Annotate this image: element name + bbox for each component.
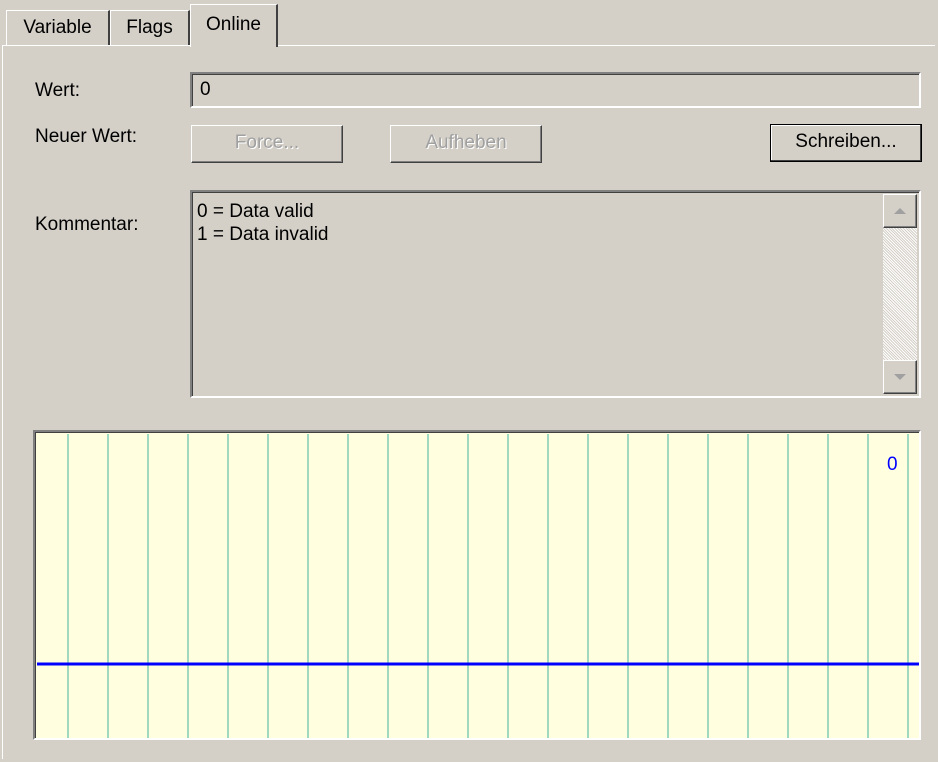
current-value-label: 0: [887, 454, 898, 475]
value-chart: 0: [33, 430, 921, 740]
schreiben-button-label: Schreiben...: [795, 131, 897, 152]
comment-line: 1 = Data invalid: [197, 224, 329, 245]
arrow-down-icon: [894, 374, 906, 380]
scroll-down-button[interactable]: [883, 360, 917, 394]
wert-value: 0: [200, 79, 211, 100]
scroll-up-button[interactable]: [883, 194, 917, 228]
neuer-wert-label: Neuer Wert:: [35, 126, 138, 147]
aufheben-button-label: Aufheben: [425, 132, 507, 153]
arrow-up-icon: [894, 208, 906, 214]
kommentar-label: Kommentar:: [35, 214, 139, 235]
aufheben-button[interactable]: Aufheben: [390, 125, 542, 163]
tab-strip: Variable Flags Online: [0, 0, 938, 47]
tab-flags-label: Flags: [126, 17, 173, 38]
wert-field: 0: [190, 72, 921, 108]
chart-svg: 0: [37, 434, 919, 738]
tab-online[interactable]: Online: [190, 4, 278, 47]
kommentar-scrollbar[interactable]: [883, 194, 917, 394]
tab-flags[interactable]: Flags: [110, 10, 190, 46]
wert-label: Wert:: [35, 80, 81, 101]
tab-variable[interactable]: Variable: [6, 10, 110, 46]
tab-online-label: Online: [206, 14, 261, 35]
kommentar-textarea[interactable]: 0 = Data valid 1 = Data invalid: [190, 190, 921, 398]
schreiben-button[interactable]: Schreiben...: [770, 124, 922, 162]
force-button[interactable]: Force...: [191, 125, 343, 163]
comment-line: 0 = Data valid: [197, 201, 314, 222]
force-button-label: Force...: [234, 132, 300, 153]
tab-variable-label: Variable: [23, 17, 92, 38]
